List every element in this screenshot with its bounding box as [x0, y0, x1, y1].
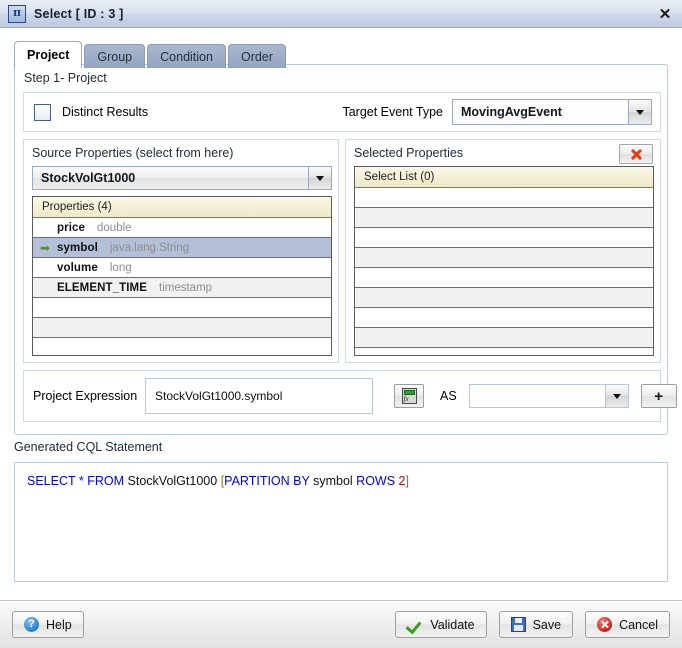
property-type: timestamp — [159, 281, 213, 294]
select-list-grid: Select List (0) — [354, 166, 654, 356]
table-row-empty[interactable] — [355, 188, 653, 208]
project-expression-row: Project Expression StockVolGt1000.symbol… — [23, 370, 677, 422]
table-row-empty[interactable] — [33, 338, 331, 355]
arrow-right-icon: ➡ — [39, 240, 51, 255]
generated-cql-label: Generated CQL Statement — [14, 440, 163, 454]
window-title: Select [ ID : 3 ] — [34, 6, 124, 21]
check-icon — [407, 618, 423, 632]
source-properties-grid: Properties (4) price double ➡ symbol jav… — [32, 196, 332, 356]
property-name: price — [57, 221, 85, 234]
red-x-icon — [630, 148, 643, 161]
dialog-footer: ? Help Validate Save Cancel — [0, 600, 682, 648]
cancel-x-icon — [597, 617, 613, 632]
window-title-bar: π Select [ ID : 3 ] ✕ — [0, 0, 682, 28]
property-type: java.lang.String — [109, 241, 190, 254]
project-step-panel: Step 1- Project Distinct Results Target … — [14, 64, 677, 435]
tab-bar: Project Group Condition Order — [14, 41, 288, 68]
target-event-type-select[interactable]: MovingAvgEvent — [452, 99, 652, 125]
save-button[interactable]: Save — [498, 611, 574, 638]
chevron-down-icon[interactable] — [604, 385, 628, 407]
validate-button[interactable]: Validate — [395, 611, 487, 638]
alias-select[interactable] — [468, 384, 629, 408]
step-label: Step 1- Project — [24, 71, 107, 85]
save-button-label: Save — [532, 617, 562, 632]
chevron-down-icon[interactable] — [628, 100, 651, 124]
source-stream-select[interactable]: StockVolGt1000 — [32, 166, 332, 190]
table-row-empty[interactable] — [355, 248, 653, 268]
source-grid-header: Properties (4) — [33, 197, 331, 218]
table-row-empty[interactable] — [355, 228, 653, 248]
validate-button-label: Validate — [430, 617, 475, 632]
generated-cql-statement[interactable]: SELECT * FROM StockVolGt1000 [PARTITION … — [14, 462, 668, 582]
help-button-label: Help — [46, 617, 72, 632]
table-row-empty[interactable] — [355, 308, 653, 328]
table-row[interactable]: ➡ symbol java.lang.String — [33, 238, 331, 258]
expression-builder-button[interactable] — [394, 384, 424, 408]
source-stream-value: StockVolGt1000 — [41, 171, 136, 185]
table-row[interactable]: ELEMENT_TIME timestamp — [33, 278, 331, 298]
table-row[interactable]: price double — [33, 218, 331, 238]
property-type: long — [109, 261, 132, 274]
tab-condition[interactable]: Condition — [147, 44, 226, 68]
target-event-type-value: MovingAvgEvent — [461, 105, 562, 119]
selected-properties-title: Selected Properties — [354, 146, 464, 160]
property-type: double — [97, 221, 132, 234]
cql-token: FROM — [87, 474, 125, 488]
cql-token: symbol — [313, 474, 353, 488]
project-expression-label: Project Expression — [33, 389, 138, 403]
cql-token: ] — [405, 474, 409, 488]
table-row-empty[interactable] — [355, 268, 653, 288]
cancel-button[interactable]: Cancel — [585, 611, 670, 638]
calculator-fx-icon — [401, 388, 417, 404]
selected-properties-panel: Selected Properties Select List (0) — [345, 139, 661, 363]
alias-value — [470, 385, 605, 407]
distinct-results-label: Distinct Results — [62, 105, 149, 119]
cql-token: SELECT — [27, 474, 76, 488]
help-button[interactable]: ? Help — [12, 611, 84, 638]
table-row-empty[interactable] — [355, 288, 653, 308]
remove-selected-button[interactable] — [619, 144, 653, 164]
table-row[interactable]: volume long — [33, 258, 331, 278]
alias-as-label: AS — [440, 389, 457, 403]
source-properties-title: Source Properties (select from here) — [32, 146, 234, 160]
cql-token: 2 — [398, 474, 406, 488]
tab-group[interactable]: Group — [84, 44, 146, 68]
property-name: volume — [57, 261, 98, 274]
close-icon[interactable]: ✕ — [654, 3, 676, 25]
cql-token: ROWS — [356, 474, 396, 488]
cql-token: StockVolGt1000 — [127, 474, 218, 488]
table-row-empty[interactable] — [355, 208, 653, 228]
target-event-type-label: Target Event Type — [342, 105, 443, 119]
property-name: symbol — [57, 241, 98, 254]
table-row-empty[interactable] — [33, 298, 331, 318]
question-mark-icon: ? — [24, 617, 39, 632]
add-expression-button[interactable]: + — [640, 384, 677, 408]
table-row-empty[interactable] — [355, 328, 653, 348]
chevron-down-icon[interactable] — [308, 167, 331, 189]
options-row: Distinct Results Target Event Type Movin… — [23, 92, 661, 132]
cql-token: PARTITION BY — [224, 474, 310, 488]
source-properties-panel: Source Properties (select from here) Sto… — [23, 139, 339, 363]
row-selected-arrow-icon: ➡ — [33, 242, 57, 254]
footer-action-buttons: Validate Save Cancel — [395, 611, 670, 638]
tab-order[interactable]: Order — [227, 44, 286, 68]
project-expression-input[interactable]: StockVolGt1000.symbol — [145, 378, 373, 414]
distinct-results-checkbox[interactable] — [34, 103, 51, 121]
pi-icon: π — [8, 4, 26, 23]
floppy-disk-icon — [510, 617, 526, 632]
table-row-empty[interactable] — [33, 318, 331, 338]
select-list-header: Select List (0) — [355, 167, 653, 188]
property-name: ELEMENT_TIME — [57, 281, 148, 294]
cancel-button-label: Cancel — [619, 617, 658, 632]
tab-project[interactable]: Project — [14, 41, 83, 68]
